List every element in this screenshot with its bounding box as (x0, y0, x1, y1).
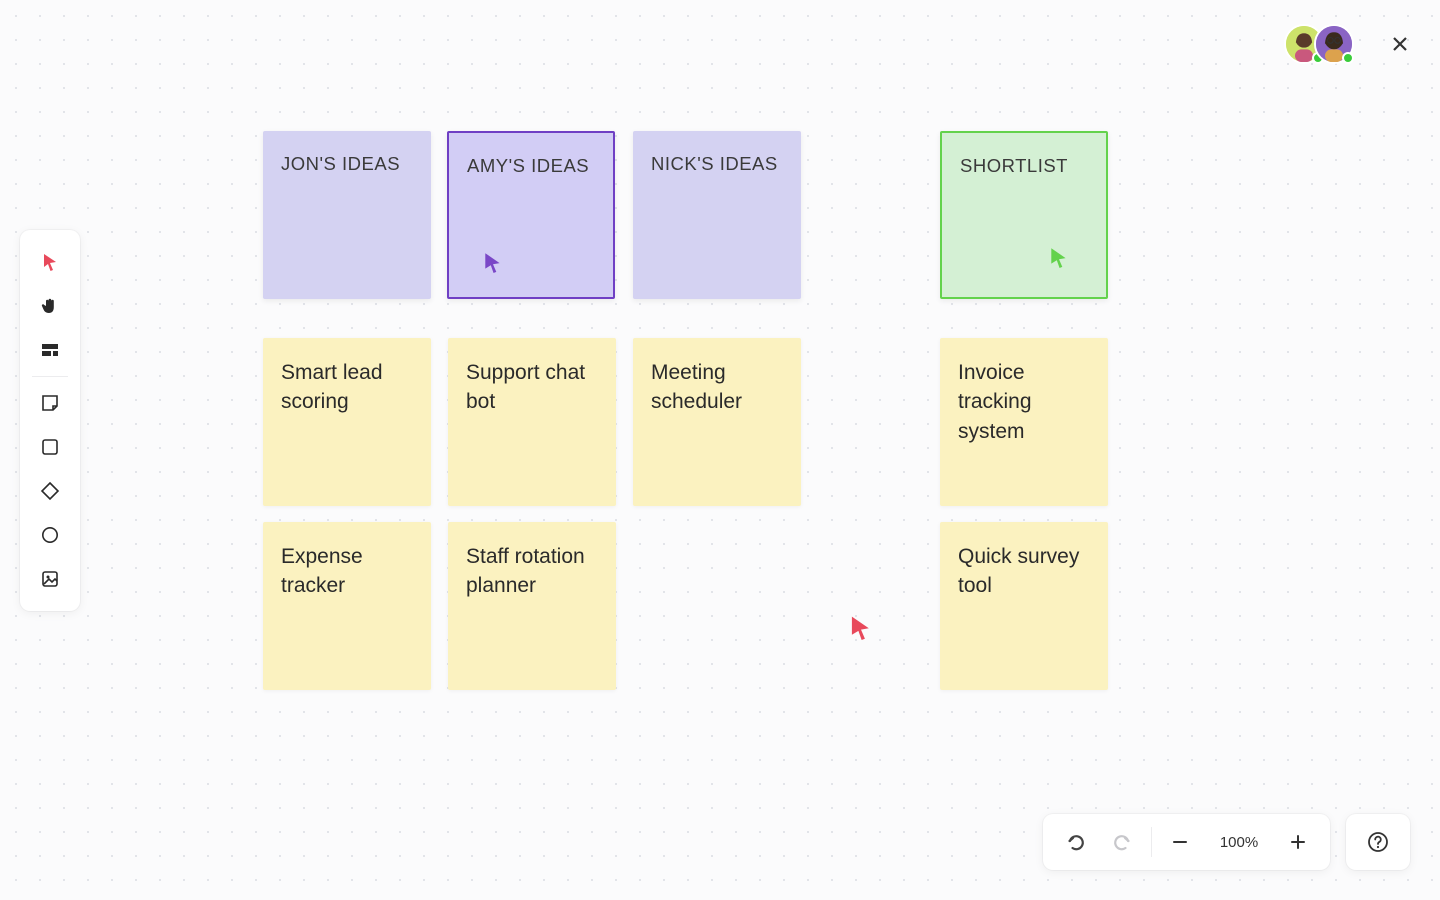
zoom-panel: 100% (1043, 814, 1330, 870)
idea-note[interactable]: Smart lead scoring (263, 338, 431, 506)
circle-tool[interactable] (28, 513, 72, 557)
note-text: Support chat bot (466, 361, 585, 413)
idea-note[interactable]: Quick survey tool (940, 522, 1108, 690)
separator (1151, 827, 1152, 857)
sticky-note-tool[interactable] (28, 381, 72, 425)
note-text: Smart lead scoring (281, 361, 383, 413)
hand-tool[interactable] (28, 284, 72, 328)
note-text: JON'S IDEAS (281, 153, 400, 174)
help-panel (1346, 814, 1410, 870)
zoom-in-button[interactable] (1274, 818, 1322, 866)
note-text: SHORTLIST (960, 155, 1068, 176)
redo-button[interactable] (1099, 818, 1147, 866)
tool-palette (20, 230, 80, 611)
help-button[interactable] (1354, 818, 1402, 866)
avatar-user-2[interactable] (1314, 24, 1354, 64)
pointer-tool[interactable] (28, 240, 72, 284)
idea-note[interactable]: Invoice tracking system (940, 338, 1108, 506)
note-text: Quick survey tool (958, 545, 1079, 597)
header-note-nick[interactable]: NICK'S IDEAS (633, 131, 801, 299)
note-text: AMY'S IDEAS (467, 155, 589, 176)
presence-avatars (1284, 24, 1354, 64)
topbar (1284, 24, 1410, 64)
note-text: NICK'S IDEAS (651, 153, 778, 174)
zoom-out-button[interactable] (1156, 818, 1204, 866)
rectangle-tool[interactable] (28, 425, 72, 469)
diamond-tool[interactable] (28, 469, 72, 513)
idea-note[interactable]: Staff rotation planner (448, 522, 616, 690)
close-button[interactable] (1390, 34, 1410, 54)
header-note-shortlist[interactable]: SHORTLIST (940, 131, 1108, 299)
undo-button[interactable] (1051, 818, 1099, 866)
toolbar-separator (32, 376, 68, 377)
idea-note[interactable]: Support chat bot (448, 338, 616, 506)
zoom-level[interactable]: 100% (1204, 834, 1274, 851)
note-text: Expense tracker (281, 545, 363, 597)
bottom-controls: 100% (1043, 814, 1410, 870)
idea-note[interactable]: Expense tracker (263, 522, 431, 690)
image-tool[interactable] (28, 557, 72, 601)
header-note-amy[interactable]: AMY'S IDEAS (447, 131, 615, 299)
header-note-jon[interactable]: JON'S IDEAS (263, 131, 431, 299)
note-text: Invoice tracking system (958, 361, 1032, 443)
note-text: Meeting scheduler (651, 361, 742, 413)
note-text: Staff rotation planner (466, 545, 585, 597)
section-tool[interactable] (28, 328, 72, 372)
presence-dot-icon (1342, 52, 1354, 64)
idea-note[interactable]: Meeting scheduler (633, 338, 801, 506)
